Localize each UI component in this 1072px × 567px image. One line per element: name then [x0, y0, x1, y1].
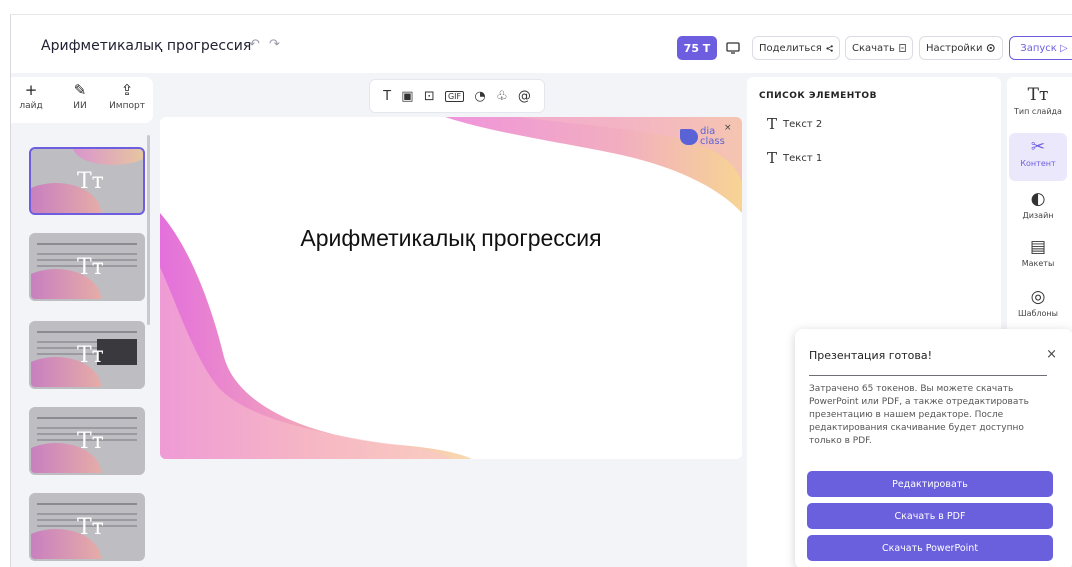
run-button[interactable]: Запуск ▷ — [1009, 36, 1072, 60]
text-type-icon: Tт — [77, 255, 104, 280]
element-list-heading: СПИСОК ЭЛЕМЕНТОВ — [759, 91, 877, 101]
text-type-icon: Tт — [77, 343, 104, 368]
dialog-title: Презентация готова! — [809, 349, 933, 362]
rail-label: Дизайн — [1022, 211, 1054, 220]
slide-thumbnail[interactable]: Tт — [29, 233, 145, 301]
element-list-item[interactable]: T Текст 1 — [767, 149, 822, 167]
presentation-title[interactable]: Арифметикалық прогрессия — [41, 38, 251, 54]
thumbnails-scrollbar[interactable] — [147, 135, 150, 325]
text-tool-icon[interactable]: T — [383, 89, 391, 104]
logo-text-bottom: class — [700, 136, 725, 147]
rail-content[interactable]: ✂ Контент — [1009, 133, 1067, 181]
thumb-wave — [73, 149, 143, 165]
rail-label: Тип слайда — [1014, 107, 1062, 116]
element-label: Текст 2 — [783, 118, 823, 130]
slide-thumbnail[interactable]: Tт — [29, 493, 145, 561]
rail-label: Шаблоны — [1018, 309, 1058, 318]
download-label: Скачать — [852, 42, 895, 54]
magic-icon: ✂ — [1030, 137, 1046, 157]
monitor-icon[interactable] — [723, 38, 743, 58]
import-button[interactable]: ⇪ Импорт — [107, 81, 147, 111]
text-type-icon: Tт — [77, 515, 104, 540]
text-type-icon: Tт — [77, 429, 104, 454]
layout-icon: ▤ — [1029, 237, 1047, 257]
download-button[interactable]: Скачать — [845, 36, 913, 60]
thumb-text-lines — [37, 417, 137, 419]
settings-button[interactable]: Настройки — [919, 36, 1003, 60]
slide-background-waves — [160, 117, 742, 459]
slide-thumbnails: Tт Tт Tт Tт Tт — [11, 131, 153, 567]
slide-canvas[interactable]: Арифметикалық прогрессия dia class × — [160, 117, 742, 459]
download-pdf-button[interactable]: Скачать в PDF — [807, 503, 1053, 529]
gif-tool-icon[interactable]: GIF — [444, 90, 465, 102]
slide-tools: + лайд ✎ ИИ ⇪ Импорт — [11, 77, 153, 123]
presentation-ready-dialog: Презентация готова! × Затрачено 65 токен… — [795, 329, 1072, 567]
ai-button[interactable]: ✎ ИИ — [65, 81, 95, 111]
undo-icon[interactable]: ↶ — [249, 37, 260, 52]
dialog-message: Затрачено 65 токенов. Вы можете скачать … — [809, 384, 1029, 446]
logo-mark — [680, 129, 698, 145]
rail-slide-type[interactable]: Tт Тип слайда — [1009, 81, 1067, 116]
mention-tool-icon[interactable]: @ — [518, 89, 531, 104]
gear-icon — [987, 44, 996, 52]
import-label: Импорт — [109, 101, 145, 111]
magic-wand-icon: ✎ — [73, 81, 87, 99]
slide-thumbnail[interactable]: Tт — [29, 321, 145, 389]
text-icon: T — [767, 115, 778, 133]
share-button[interactable]: Поделиться — [752, 36, 840, 60]
rail-label: Макеты — [1021, 259, 1055, 268]
layers-icon: ◎ — [1030, 287, 1046, 307]
text-icon: T — [767, 149, 778, 167]
palette-icon: ◐ — [1030, 189, 1046, 209]
logo-close-icon[interactable]: × — [724, 123, 732, 133]
download-powerpoint-button[interactable]: Скачать PowerPoint — [807, 535, 1053, 561]
diaclass-logo: dia class × — [680, 123, 732, 153]
slide-thumbnail[interactable]: Tт — [29, 147, 145, 215]
text-type-icon: Tт — [77, 169, 104, 194]
image-tool-icon[interactable]: ▣ — [401, 89, 413, 104]
thumb-text-lines — [37, 503, 137, 505]
video-tool-icon[interactable]: ⊡ — [424, 89, 435, 104]
shapes-tool-icon[interactable]: ♧ — [496, 89, 508, 104]
edit-button[interactable]: Редактировать — [807, 471, 1053, 497]
plus-icon: + — [24, 81, 38, 99]
settings-label: Настройки — [926, 42, 983, 54]
redo-icon[interactable]: ↷ — [269, 37, 280, 52]
element-list-item[interactable]: T Текст 2 — [767, 115, 822, 133]
rail-label: Контент — [1020, 159, 1056, 168]
share-label: Поделиться — [759, 42, 822, 54]
rail-layouts[interactable]: ▤ Макеты — [1009, 233, 1067, 268]
rail-templates[interactable]: ◎ Шаблоны — [1009, 283, 1067, 318]
element-label: Текст 1 — [783, 152, 823, 164]
thumb-text-lines — [37, 243, 137, 245]
text-type-icon: Tт — [1027, 85, 1049, 105]
add-slide-label: лайд — [19, 101, 43, 111]
app-window: Арифметикалық прогрессия ↶ ↷ 75 Т Подели… — [10, 14, 1072, 567]
file-icon — [899, 44, 906, 52]
thumb-text-lines — [37, 331, 137, 333]
ai-label: ИИ — [73, 101, 87, 111]
dialog-divider — [809, 375, 1047, 376]
share-icon — [826, 44, 833, 52]
token-balance-badge[interactable]: 75 Т — [677, 36, 717, 60]
close-icon[interactable]: × — [1046, 347, 1057, 362]
insert-toolbar: T ▣ ⊡ GIF ◔ ♧ @ — [369, 79, 545, 113]
upload-icon: ⇪ — [120, 81, 134, 99]
slide-title[interactable]: Арифметикалық прогрессия — [160, 225, 742, 252]
chart-tool-icon[interactable]: ◔ — [474, 89, 485, 104]
top-bar: Арифметикалық прогрессия ↶ ↷ 75 Т Подели… — [11, 15, 1072, 73]
rail-design[interactable]: ◐ Дизайн — [1009, 185, 1067, 220]
slide-thumbnail[interactable]: Tт — [29, 407, 145, 475]
add-slide-button[interactable]: + лайд — [19, 81, 43, 111]
